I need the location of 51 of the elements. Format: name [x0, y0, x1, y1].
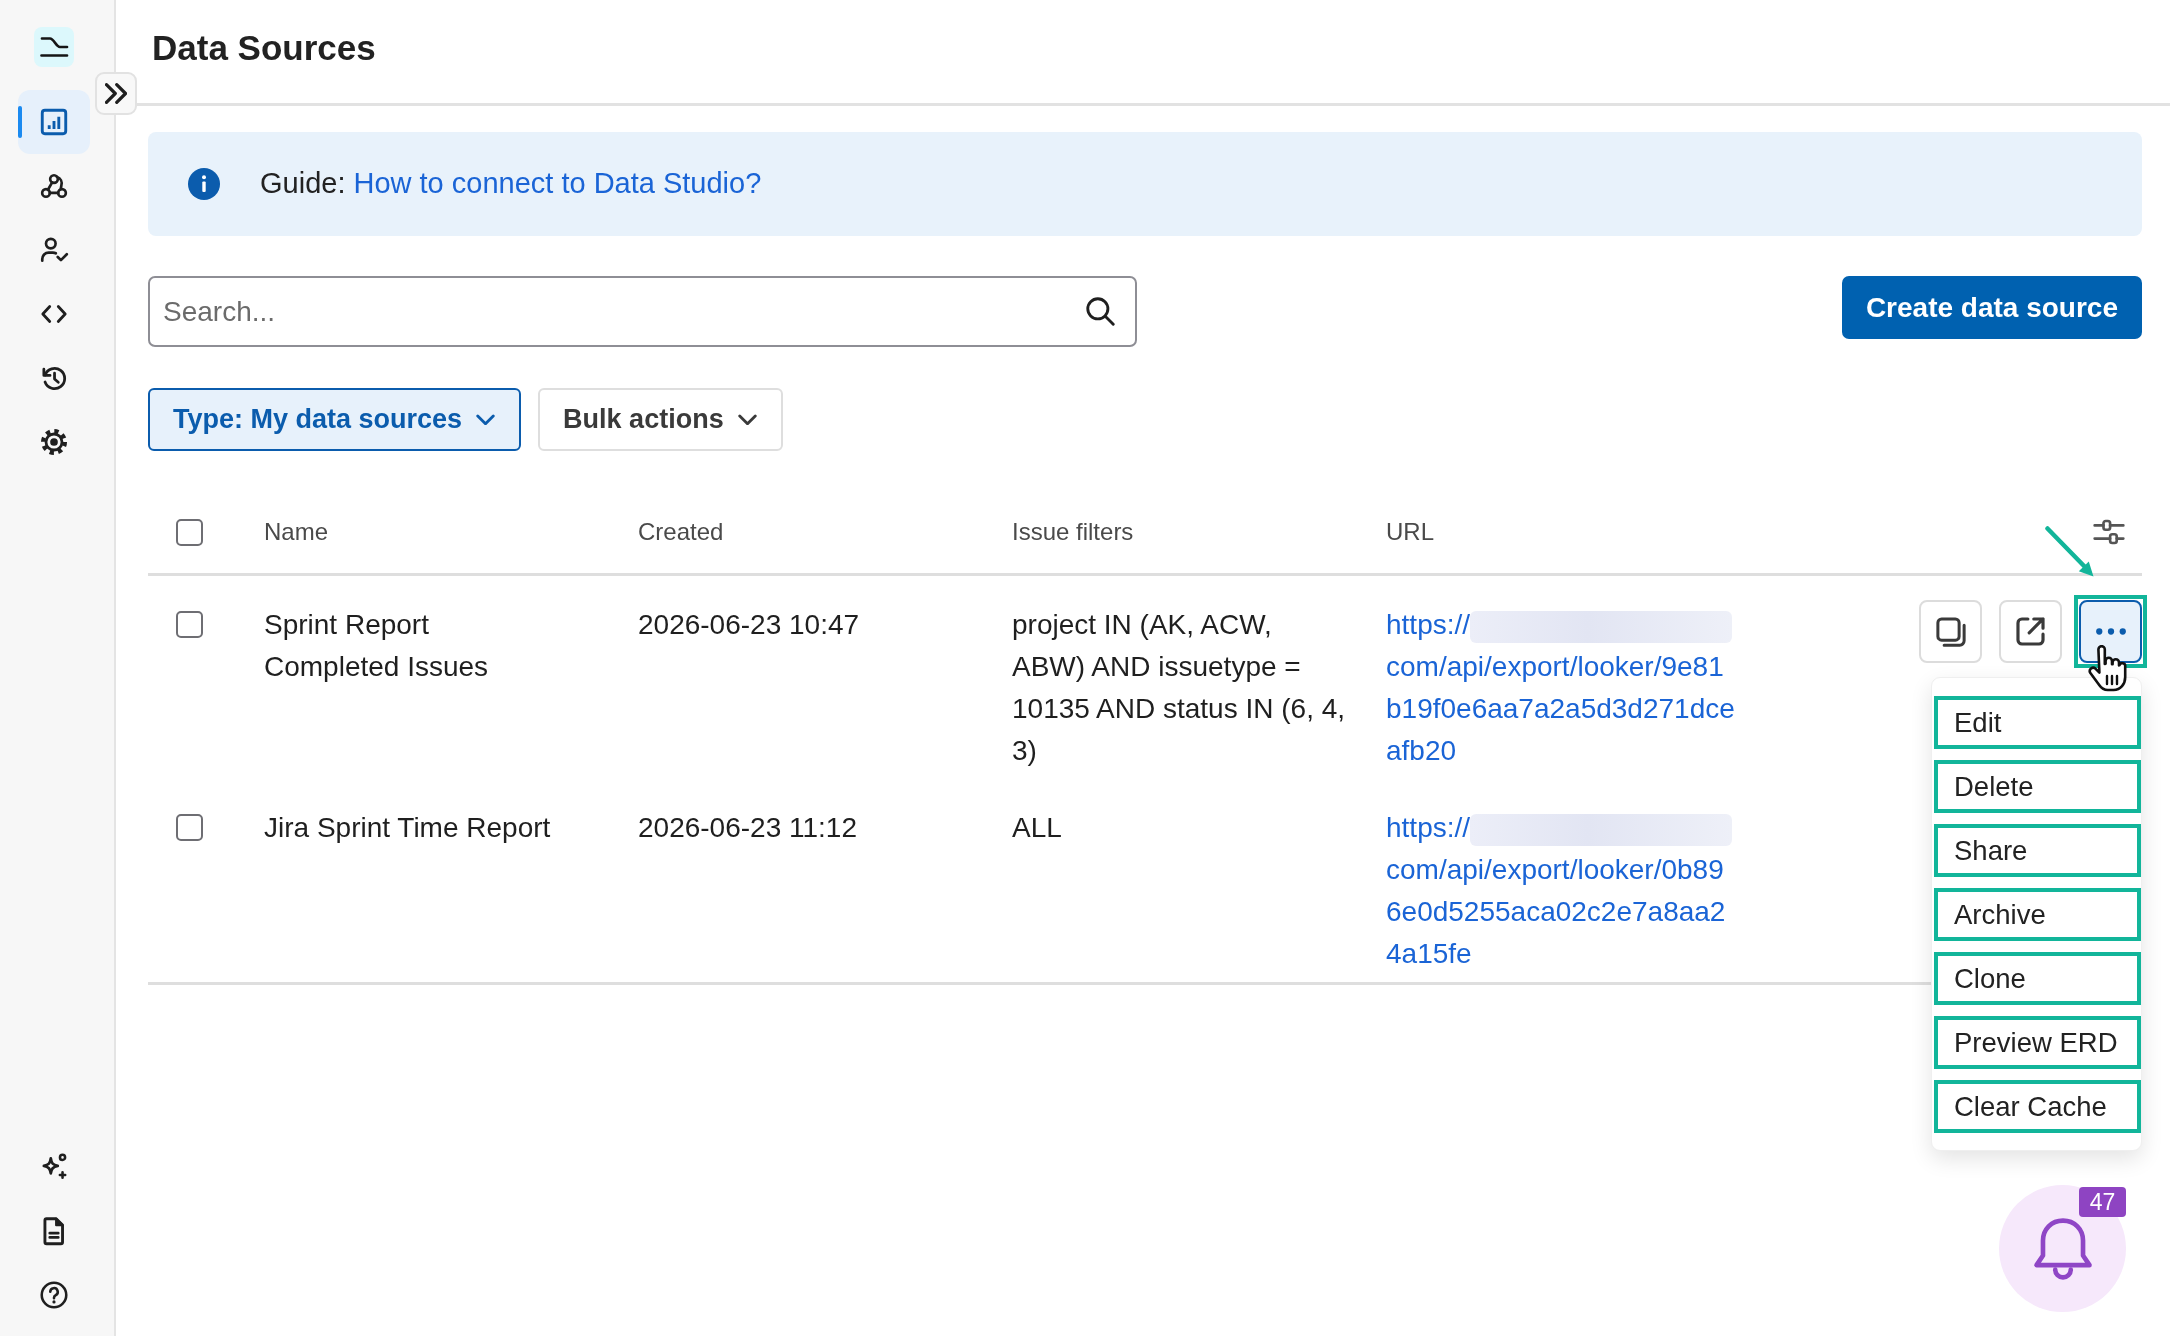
- copy-button[interactable]: [1919, 600, 1982, 663]
- guide-link[interactable]: How to connect to Data Studio?: [353, 162, 762, 206]
- table-cell: Sprint Report Completed Issues: [264, 609, 489, 682]
- table-cell: project IN (AK, ACW, ABW) AND issuetype = 10135 AND status IN (6, 4, 3): [1012, 609, 1346, 766]
- notification-count: 47: [2079, 1187, 2126, 1217]
- help-icon: [38, 1279, 70, 1311]
- collapse-button[interactable]: [95, 72, 137, 115]
- menu-item[interactable]: Archive: [1934, 888, 2141, 941]
- pointer-arrow-icon: [2045, 526, 2094, 577]
- row-checkbox[interactable]: [176, 814, 203, 841]
- table-cell: Jira Sprint Time Report: [264, 812, 551, 843]
- page-title: Data Sources: [152, 27, 377, 69]
- bar-chart-icon: [38, 106, 70, 138]
- gear-icon: [38, 426, 70, 458]
- app-logo-icon[interactable]: [34, 27, 74, 67]
- info-icon: [188, 168, 220, 200]
- menu-item[interactable]: Preview ERD: [1934, 1016, 2141, 1069]
- bell-icon: [2032, 1217, 2093, 1280]
- chevron-down-icon: [476, 414, 496, 425]
- menu-item[interactable]: Clear Cache: [1934, 1080, 2141, 1133]
- column-header: Issue filters: [1012, 518, 1134, 545]
- select-all-checkbox[interactable]: [176, 518, 203, 546]
- filter-dropdown[interactable]: Bulk actions: [538, 388, 783, 451]
- table-cell: 2026-06-23 11:12: [638, 812, 857, 843]
- copy-icon: [1935, 616, 1966, 647]
- url-link[interactable]: https:// com/api/export/looker/9e81b19f0e6aa7a2a5d3d271dceafb20: [1386, 604, 1737, 772]
- filter-dropdown[interactable]: Type: My data sources: [148, 388, 522, 451]
- column-header: Name: [264, 518, 329, 545]
- ellipsis-icon: [2095, 628, 2126, 635]
- column-header: URL: [1386, 518, 1434, 545]
- row-checkbox[interactable]: [176, 611, 203, 638]
- double-chevron-icon: [105, 83, 127, 104]
- menu-item[interactable]: Edit: [1934, 696, 2141, 749]
- column-header: Created: [638, 518, 724, 545]
- search-field[interactable]: Search...: [148, 276, 1137, 347]
- external-link-icon: [2016, 617, 2045, 646]
- menu-item[interactable]: Clone: [1934, 952, 2141, 1005]
- sliders-icon[interactable]: [2093, 519, 2125, 545]
- menu-item[interactable]: Delete: [1934, 760, 2141, 813]
- menu-item[interactable]: Share: [1934, 824, 2141, 877]
- search-icon[interactable]: [1086, 297, 1115, 326]
- notifications-button[interactable]: 47: [1999, 1185, 2126, 1312]
- create-data-source-button[interactable]: Create data source: [1841, 276, 2142, 339]
- table-cell: ALL: [1012, 812, 1062, 843]
- more-button[interactable]: [2079, 600, 2142, 663]
- sidebar-item[interactable]: [18, 90, 90, 154]
- chevron-down-icon: [737, 414, 757, 425]
- guide-label: Guide:: [260, 166, 346, 202]
- url-link[interactable]: https:// com/api/export/looker/0b896e0d5255aca02c2e7a8aa24a15fe: [1386, 807, 1737, 975]
- open-link-button[interactable]: [1999, 600, 2062, 663]
- table-cell: 2026-06-23 10:47: [638, 609, 860, 640]
